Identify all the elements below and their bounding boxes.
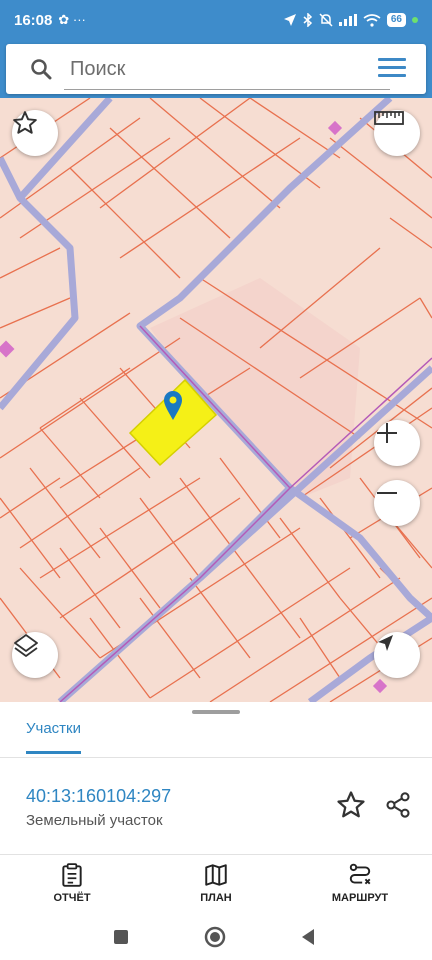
report-button[interactable]: ОТЧЁТ [17, 858, 127, 904]
navigation-arrow-icon [378, 635, 393, 651]
ruler-icon [374, 111, 404, 125]
plan-label: ПЛАН [200, 892, 232, 904]
parcel-type: Земельный участок [26, 812, 163, 829]
map-plan-icon [205, 864, 227, 886]
search-underline [64, 89, 390, 90]
back-triangle-icon[interactable] [297, 926, 319, 948]
layers-button[interactable] [12, 632, 58, 678]
tab-parcels[interactable]: Участки [26, 720, 81, 754]
layers-icon [14, 634, 38, 657]
map-marker-small [372, 678, 388, 694]
bottom-sheet: Участки 40:13:160104:297 Земельный участ… [0, 702, 432, 960]
search-icon[interactable] [30, 58, 52, 80]
sheet-drag-handle[interactable] [192, 710, 240, 714]
zoom-in-button[interactable] [374, 420, 420, 466]
zoom-out-button[interactable] [374, 480, 420, 526]
search-bar[interactable]: Поиск [6, 44, 426, 94]
ruler-button[interactable] [374, 110, 420, 156]
bluetooth-icon [303, 13, 312, 27]
battery-indicator: 66 [386, 13, 406, 27]
map-canvas[interactable] [0, 98, 432, 702]
map-marker-small [327, 120, 343, 136]
recents-square-icon[interactable] [110, 926, 132, 948]
minus-icon [377, 492, 397, 494]
privacy-dot-icon [412, 17, 418, 23]
report-clipboard-icon [62, 863, 82, 887]
app-screen: 16:08 ✿ ··· 66 Поиск Участки 40:13:16010… [0, 0, 432, 960]
wifi-icon [363, 13, 381, 27]
share-icon[interactable] [384, 790, 412, 820]
location-arrow-icon [283, 14, 296, 26]
divider [0, 854, 432, 855]
favorite-star-icon[interactable] [336, 790, 366, 820]
home-circle-icon[interactable] [204, 926, 226, 948]
status-time: 16:08 [14, 11, 53, 29]
notification-icons: ✿ ··· [58, 12, 86, 27]
signal-icon [338, 14, 357, 26]
status-right-icons: 66 [283, 13, 418, 27]
route-button[interactable]: МАРШРУТ [305, 858, 415, 904]
search-input[interactable]: Поиск [70, 58, 125, 81]
status-bar: 16:08 ✿ ··· 66 [0, 0, 432, 40]
plan-button[interactable]: ПЛАН [161, 858, 271, 904]
divider [0, 757, 432, 758]
menu-icon[interactable] [378, 58, 406, 80]
system-navigation-bar [0, 916, 432, 960]
route-icon [349, 863, 371, 885]
action-bar: ОТЧЁТ ПЛАН МАРШРУТ [0, 858, 432, 914]
mute-bell-icon [319, 13, 333, 27]
cadastral-map[interactable] [0, 98, 432, 702]
favorites-button[interactable] [12, 110, 58, 156]
route-label: МАРШРУТ [331, 892, 389, 904]
report-label: ОТЧЁТ [53, 892, 91, 904]
star-icon [13, 111, 37, 134]
my-location-button[interactable] [374, 632, 420, 678]
parcel-cadastral-number[interactable]: 40:13:160104:297 [26, 786, 171, 807]
plus-icon [377, 423, 397, 443]
map-marker-small [0, 340, 15, 358]
